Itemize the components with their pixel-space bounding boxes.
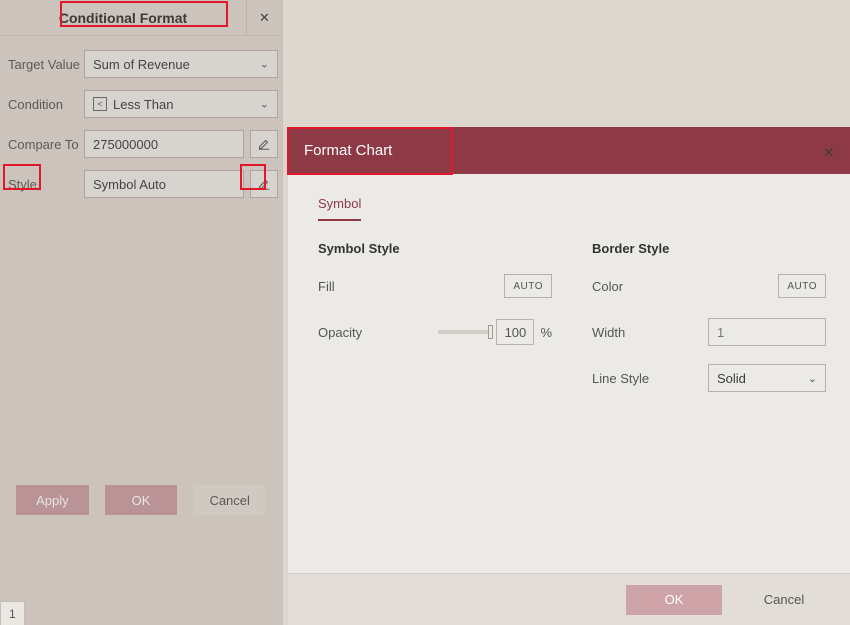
target-value-text: Sum of Revenue: [93, 57, 190, 72]
chevron-down-icon: ⌄: [808, 372, 817, 385]
compare-to-edit-button[interactable]: [250, 130, 278, 158]
less-than-icon: <: [93, 97, 107, 111]
dialog-title: Format Chart: [304, 142, 392, 159]
slider-thumb[interactable]: [488, 325, 493, 339]
compare-to-input[interactable]: 275000000: [84, 130, 244, 158]
width-label: Width: [592, 325, 625, 340]
style-label: Style: [4, 177, 84, 192]
sheet-tab-1[interactable]: 1: [0, 601, 25, 625]
border-style-heading: Border Style: [592, 241, 826, 256]
condition-label: Condition: [4, 97, 84, 112]
dialog-tabs: Symbol: [318, 192, 826, 223]
panel-footer: Apply OK Cancel: [0, 485, 282, 515]
compare-to-label: Compare To: [4, 137, 84, 152]
sheet-tabs: 1: [0, 599, 25, 625]
opacity-unit: %: [540, 325, 552, 340]
conditional-format-panel: Conditional Format ✕ Target Value Sum of…: [0, 0, 283, 625]
ok-button[interactable]: OK: [105, 485, 178, 515]
dialog-footer: OK Cancel: [288, 573, 850, 625]
dialog-header: Format Chart ✕: [288, 127, 850, 174]
opacity-label: Opacity: [318, 325, 362, 340]
fill-label: Fill: [318, 279, 335, 294]
target-value-select[interactable]: Sum of Revenue ⌄: [84, 50, 278, 78]
width-input[interactable]: 1: [708, 318, 826, 346]
condition-select[interactable]: < Less Than ⌄: [84, 90, 278, 118]
line-style-value: Solid: [717, 371, 746, 386]
dialog-ok-button[interactable]: OK: [626, 585, 722, 615]
fill-auto-button[interactable]: AUTO: [504, 274, 552, 298]
condition-text: Less Than: [113, 97, 173, 112]
edit-icon: [257, 137, 271, 151]
color-auto-button[interactable]: AUTO: [778, 274, 826, 298]
panel-title: Conditional Format: [0, 0, 246, 35]
tab-symbol[interactable]: Symbol: [318, 192, 361, 221]
opacity-slider[interactable]: [438, 330, 490, 334]
panel-close-button[interactable]: ✕: [246, 0, 282, 35]
style-display: Symbol Auto: [84, 170, 244, 198]
dialog-cancel-button[interactable]: Cancel: [736, 585, 832, 615]
cancel-button[interactable]: Cancel: [193, 485, 266, 515]
edit-icon: [257, 177, 271, 191]
panel-header: Conditional Format ✕: [0, 0, 282, 36]
opacity-value-input[interactable]: 100: [496, 319, 534, 345]
border-style-column: Border Style Color AUTO Width 1 Line Sty…: [592, 241, 826, 410]
target-value-label: Target Value: [4, 57, 84, 72]
line-style-label: Line Style: [592, 371, 649, 386]
dialog-close-button[interactable]: ✕: [823, 141, 834, 161]
chevron-down-icon: ⌄: [260, 98, 269, 111]
format-chart-dialog: Format Chart ✕ Symbol Symbol Style Fill …: [287, 127, 850, 625]
style-edit-button[interactable]: [250, 170, 278, 198]
style-value: Symbol Auto: [93, 177, 166, 192]
compare-to-value: 275000000: [93, 137, 158, 152]
apply-button[interactable]: Apply: [16, 485, 89, 515]
symbol-style-column: Symbol Style Fill AUTO Opacity 100 %: [318, 241, 552, 410]
chevron-down-icon: ⌄: [260, 58, 269, 71]
symbol-style-heading: Symbol Style: [318, 241, 552, 256]
close-icon: ✕: [823, 145, 834, 160]
close-icon: ✕: [259, 10, 270, 26]
color-label: Color: [592, 279, 623, 294]
line-style-select[interactable]: Solid ⌄: [708, 364, 826, 392]
